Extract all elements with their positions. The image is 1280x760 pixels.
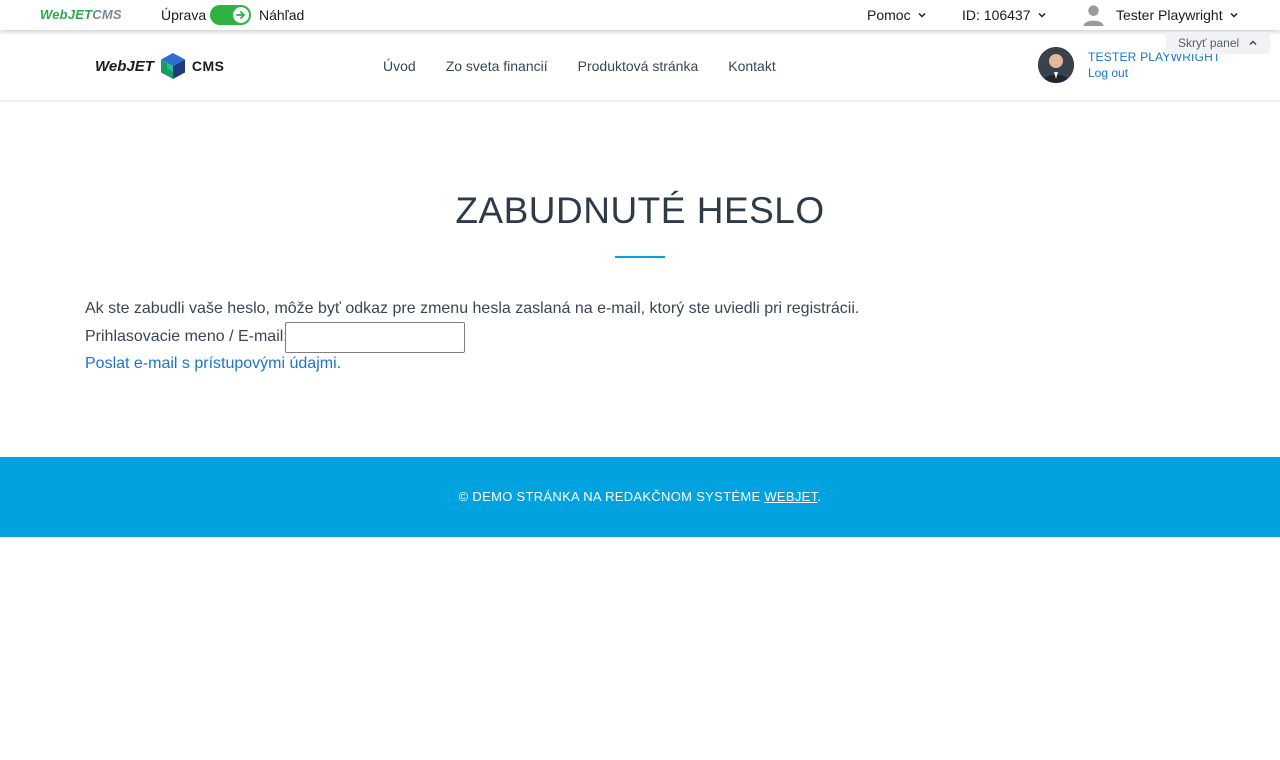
nav-item-zo-sveta-financii[interactable]: Zo sveta financií (431, 58, 563, 74)
main-navigation: Úvod Zo sveta financií Produktová stránk… (368, 58, 791, 74)
page-id-label: ID: 106437 (962, 7, 1031, 23)
user-menu-label: Tester Playwright (1116, 7, 1223, 23)
site-logo-cms: CMS (191, 58, 225, 74)
help-menu-label: Pomoc (867, 7, 911, 23)
admin-logo-cms: CMS (92, 7, 122, 22)
help-menu[interactable]: Pomoc (867, 7, 927, 23)
cube-logo-icon (160, 53, 185, 79)
login-email-input[interactable] (285, 322, 465, 353)
login-field-label: Prihlasovacie meno / E-mail: (85, 328, 288, 345)
site-logo[interactable]: WebJET CMS (95, 52, 225, 80)
webjet-admin-logo[interactable]: WebJETCMS (40, 7, 122, 22)
site-footer: © DEMO STRÁNKA NA REDAKČNOM SYSTÉME WEBJ… (0, 457, 1280, 537)
user-avatar-icon[interactable] (1082, 3, 1105, 26)
admin-logo-web: Web (40, 7, 68, 22)
title-divider (615, 256, 665, 258)
nav-item-produktova-stranka[interactable]: Produktová stránka (563, 58, 714, 74)
logout-link[interactable]: Log out (1088, 66, 1128, 80)
mode-preview-label: Náhľad (259, 7, 305, 23)
toggle-knob (233, 7, 249, 23)
hide-panel-label: Skryť panel (1178, 36, 1240, 50)
chevron-up-icon (1249, 40, 1257, 46)
chevron-down-icon (918, 12, 926, 18)
chevron-down-icon (1230, 12, 1238, 18)
admin-toolbar: WebJETCMS Úprava Náhľad Pomoc ID: 106437… (0, 0, 1280, 30)
page-title: ZABUDNUTÉ HESLO (455, 190, 825, 231)
chevron-down-icon (1037, 12, 1046, 18)
intro-text: Ak ste zabudli vaše heslo, môže byť odka… (85, 300, 860, 317)
footer-webjet-link[interactable]: WEBJET (764, 489, 817, 504)
hide-panel-button[interactable]: Skryť panel (1166, 32, 1270, 54)
footer-text: © DEMO STRÁNKA NA REDAKČNOM SYSTÉME (458, 489, 765, 504)
nav-item-kontakt[interactable]: Kontakt (713, 58, 790, 74)
admin-logo-jet: JET (67, 7, 93, 22)
site-logo-webjet: WebJET (95, 57, 154, 75)
profile-photo[interactable] (1038, 47, 1074, 83)
edit-preview-toggle[interactable] (210, 5, 251, 25)
user-menu[interactable]: Tester Playwright (1116, 7, 1239, 23)
nav-item-uvod[interactable]: Úvod (368, 58, 431, 74)
site-header: WebJET CMS Úvod Zo sveta financií Produk… (0, 30, 1280, 101)
send-credentials-link[interactable]: Poslat e-mail s prístupovými údajmi. (85, 355, 341, 373)
arrow-right-icon (236, 11, 245, 19)
mode-edit-label: Úprava (161, 7, 207, 23)
footer-suffix: . (817, 489, 822, 504)
page-id-menu[interactable]: ID: 106437 (962, 7, 1047, 23)
user-photo-icon (1038, 47, 1074, 83)
